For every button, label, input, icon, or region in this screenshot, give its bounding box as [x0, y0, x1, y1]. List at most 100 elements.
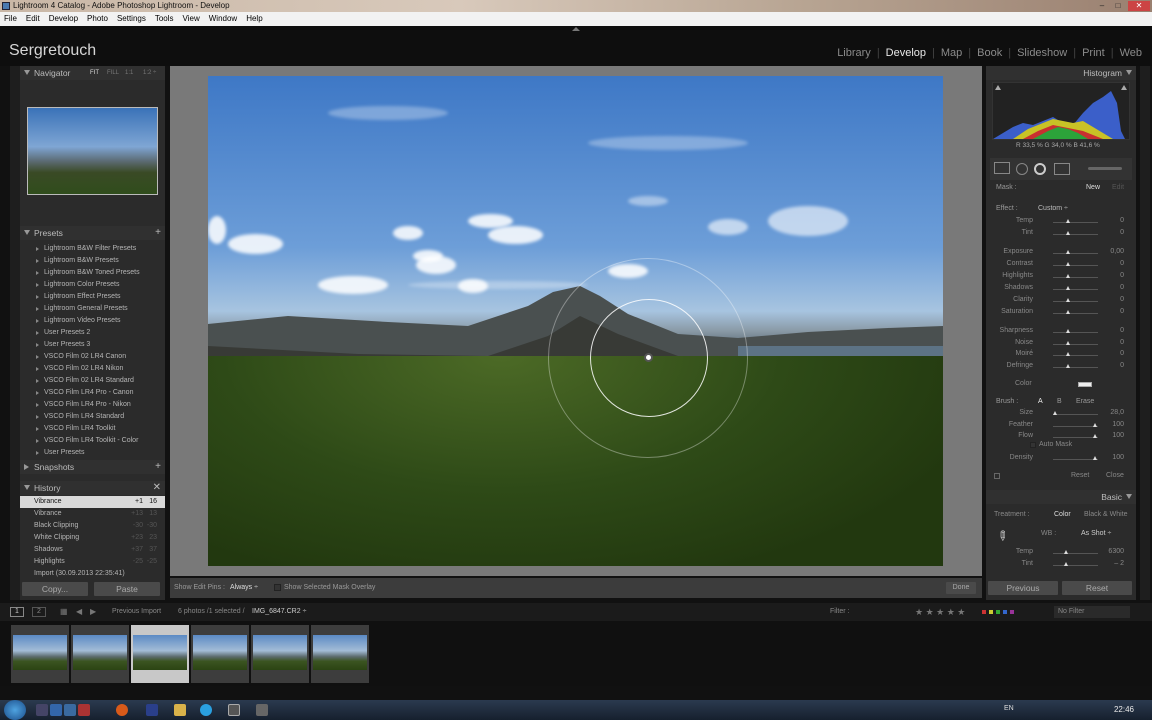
preset-folder[interactable]: Lightroom B&W Presets: [24, 255, 164, 267]
histogram-header[interactable]: Histogram: [986, 66, 1136, 80]
brush-feather-value[interactable]: 100: [1102, 421, 1124, 428]
main-window-button[interactable]: 1: [10, 607, 24, 617]
filter-select[interactable]: No Filter: [1054, 606, 1130, 618]
effect-clarity-slider-knob[interactable]: [1066, 298, 1070, 302]
module-book[interactable]: Book: [971, 47, 1008, 59]
preset-folder[interactable]: Lightroom B&W Toned Presets: [24, 267, 164, 279]
effect-moir-slider-knob[interactable]: [1066, 352, 1070, 356]
grid-icon[interactable]: ▦: [60, 603, 68, 621]
language-indicator[interactable]: EN: [1004, 705, 1014, 712]
preset-folder[interactable]: Lightroom Video Presets: [24, 315, 164, 327]
menu-file[interactable]: File: [4, 12, 17, 26]
current-file[interactable]: IMG_6847.CR2 ÷: [252, 603, 306, 621]
photoshop-icon[interactable]: [50, 704, 62, 716]
copy-button[interactable]: Copy...: [22, 582, 88, 596]
mask-overlay-checkbox[interactable]: [274, 584, 281, 591]
zoom-fit[interactable]: FIT: [90, 66, 99, 80]
menu-tools[interactable]: Tools: [155, 12, 174, 26]
shadow-clip-icon[interactable]: [995, 85, 1001, 90]
preset-folder[interactable]: User Presets: [24, 447, 164, 459]
effect-highlights-slider-knob[interactable]: [1066, 274, 1070, 278]
preset-folder[interactable]: VSCO Film 02 LR4 Standard: [24, 375, 164, 387]
edit-pins-select[interactable]: Always ÷: [230, 578, 258, 598]
effect-temp-slider[interactable]: [1053, 222, 1098, 223]
preset-folder[interactable]: User Presets 3: [24, 339, 164, 351]
basic-temp-slider-knob[interactable]: [1064, 550, 1068, 554]
effect-contrast-slider[interactable]: [1053, 265, 1098, 266]
effect-shadows-slider-knob[interactable]: [1066, 286, 1070, 290]
menu-develop[interactable]: Develop: [49, 12, 78, 26]
filmstrip-thumb[interactable]: [11, 625, 69, 683]
clear-history-icon[interactable]: ✕: [153, 481, 161, 495]
back-arrow-icon[interactable]: ◀: [76, 603, 82, 621]
preset-folder[interactable]: VSCO Film 02 LR4 Canon: [24, 351, 164, 363]
lightroom-icon[interactable]: [64, 704, 76, 716]
basic-tint-value[interactable]: – 2: [1102, 560, 1124, 567]
spot-removal-icon[interactable]: [1016, 163, 1028, 175]
effect-select[interactable]: Custom ÷: [1038, 205, 1068, 212]
snapshots-header[interactable]: Snapshots +: [20, 460, 165, 474]
zoom-fill[interactable]: FILL: [107, 66, 119, 80]
preset-folder[interactable]: VSCO Film LR4 Pro - Nikon: [24, 399, 164, 411]
filmstrip-thumb-selected[interactable]: [131, 625, 189, 683]
blue-label-icon[interactable]: [1003, 610, 1007, 614]
effect-clarity-slider[interactable]: [1053, 301, 1098, 302]
module-slideshow[interactable]: Slideshow: [1011, 47, 1073, 59]
preset-folder[interactable]: Lightroom General Presets: [24, 303, 164, 315]
basic-temp-slider[interactable]: [1053, 553, 1098, 554]
effect-sharpness-value[interactable]: 0: [1102, 327, 1124, 334]
zoom-1-1[interactable]: 1:1: [125, 66, 133, 80]
treatment-bw[interactable]: Black & White: [1084, 511, 1128, 518]
preset-folder[interactable]: User Presets 2: [24, 327, 164, 339]
preset-folder[interactable]: Lightroom Effect Presets: [24, 291, 164, 303]
module-develop[interactable]: Develop: [880, 47, 932, 59]
treatment-color[interactable]: Color: [1054, 511, 1071, 518]
brush-close-button[interactable]: Close: [1106, 472, 1124, 479]
history-step[interactable]: Vibrance +13 13: [20, 508, 165, 520]
crop-icon[interactable]: [994, 162, 1010, 174]
effect-temp-value[interactable]: 0: [1102, 217, 1124, 224]
effect-tint-value[interactable]: 0: [1102, 229, 1124, 236]
mask-edit-button[interactable]: Edit: [1112, 184, 1124, 191]
purple-label-icon[interactable]: [1010, 610, 1014, 614]
close-button[interactable]: ✕: [1128, 1, 1150, 11]
effect-defringe-value[interactable]: 0: [1102, 362, 1124, 369]
effect-exposure-slider[interactable]: [1053, 253, 1098, 254]
highlight-clip-icon[interactable]: [1121, 85, 1127, 90]
effect-noise-slider-knob[interactable]: [1066, 341, 1070, 345]
history-step[interactable]: Import (30.09.2013 22:35:41): [20, 568, 165, 578]
effect-clarity-value[interactable]: 0: [1102, 296, 1124, 303]
previous-button[interactable]: Previous: [988, 581, 1058, 595]
effect-defringe-slider[interactable]: [1053, 367, 1098, 368]
menu-edit[interactable]: Edit: [26, 12, 40, 26]
source-label[interactable]: Previous Import: [112, 603, 161, 621]
edit-pin-icon[interactable]: [644, 353, 653, 362]
brush-b-button[interactable]: B: [1057, 398, 1062, 405]
effect-moir-value[interactable]: 0: [1102, 350, 1124, 357]
effect-exposure-slider-knob[interactable]: [1066, 250, 1070, 254]
effect-sharpness-slider-knob[interactable]: [1066, 329, 1070, 333]
reset-button[interactable]: Reset: [1062, 581, 1132, 595]
effect-noise-slider[interactable]: [1053, 344, 1098, 345]
effect-sharpness-slider[interactable]: [1053, 332, 1098, 333]
wb-select[interactable]: As Shot ÷: [1081, 530, 1111, 537]
effect-defringe-slider-knob[interactable]: [1066, 364, 1070, 368]
mask-toggle-icon[interactable]: [994, 473, 1000, 479]
brush-flow-slider-knob[interactable]: [1093, 434, 1097, 438]
mask-new-button[interactable]: New: [1086, 184, 1100, 191]
preset-folder[interactable]: Lightroom B&W Filter Presets: [24, 243, 164, 255]
effect-contrast-slider-knob[interactable]: [1066, 262, 1070, 266]
brush-feather-slider[interactable]: [1053, 426, 1098, 427]
system-clock[interactable]: 22:46: [1114, 705, 1134, 714]
pdf-icon[interactable]: [78, 704, 90, 716]
red-label-icon[interactable]: [982, 610, 986, 614]
preset-folder[interactable]: VSCO Film LR4 Standard: [24, 411, 164, 423]
left-panel-edge[interactable]: [10, 66, 20, 600]
forward-arrow-icon[interactable]: ▶: [90, 603, 96, 621]
effect-moir-slider[interactable]: [1053, 355, 1098, 356]
effect-exposure-value[interactable]: 0,00: [1102, 248, 1124, 255]
effect-tint-slider-knob[interactable]: [1066, 231, 1070, 235]
basic-header[interactable]: Basic: [986, 490, 1136, 504]
skype-icon[interactable]: [200, 704, 212, 716]
preset-folder[interactable]: VSCO Film 02 LR4 Nikon: [24, 363, 164, 375]
